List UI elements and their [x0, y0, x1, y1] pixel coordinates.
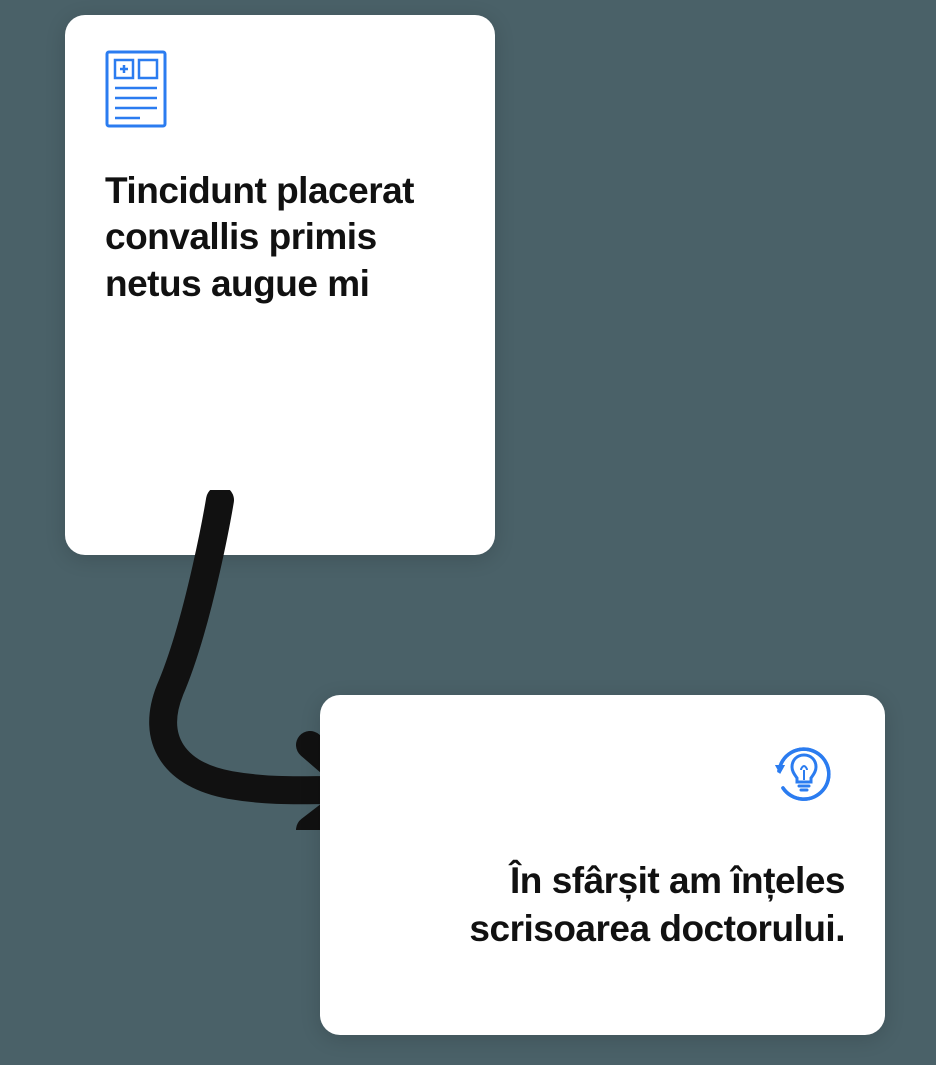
card-doctor-letter: Tincidunt placerat convallis primis netu… [65, 15, 495, 555]
card-title: În sfârșit am înțeles scrisoarea doctoru… [360, 857, 845, 953]
medical-document-icon [105, 50, 455, 133]
lightbulb-refresh-icon [360, 730, 845, 812]
card-understood: În sfârșit am înțeles scrisoarea doctoru… [320, 695, 885, 1035]
card-title: Tincidunt placerat convallis primis netu… [105, 168, 455, 307]
